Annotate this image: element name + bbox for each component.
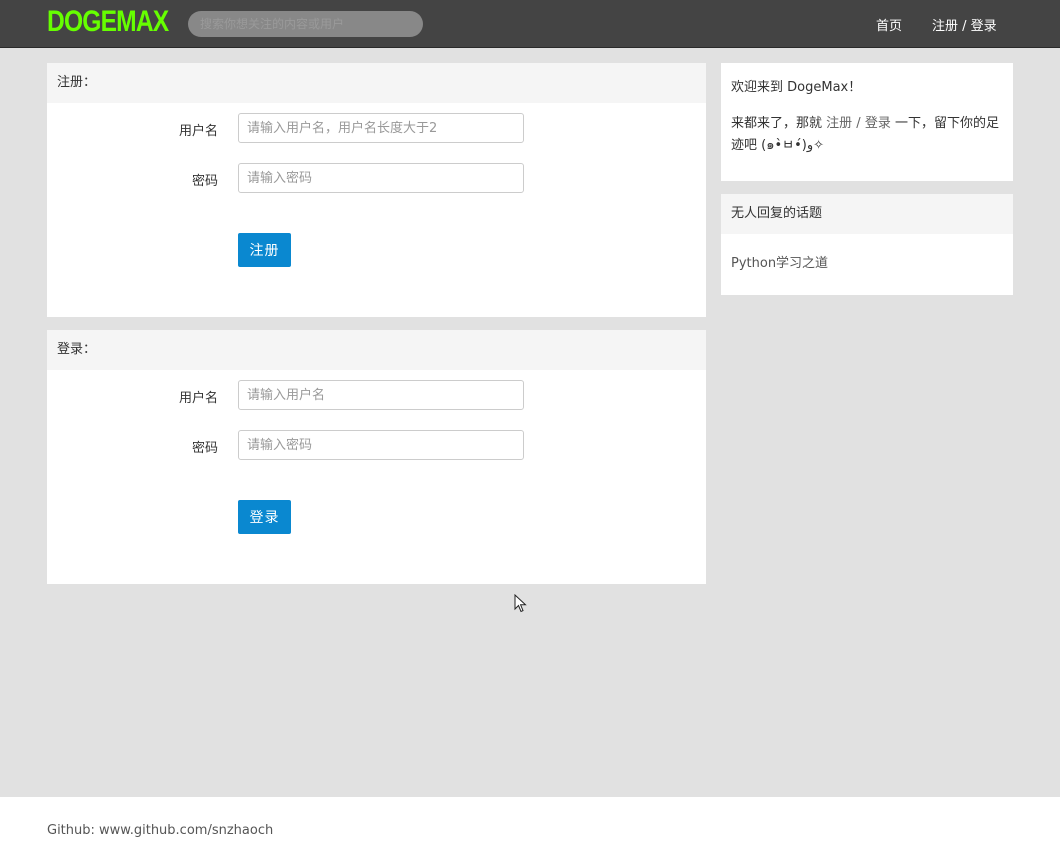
unanswered-topics-title: 无人回复的话题 bbox=[721, 194, 1013, 234]
nav-home-link[interactable]: 首页 bbox=[876, 15, 902, 34]
site-logo[interactable]: DOGEMAX bbox=[47, 4, 169, 40]
welcome-link-separator: / bbox=[852, 116, 865, 131]
register-panel: 注册： 用户名 密码 注册 bbox=[47, 63, 706, 317]
login-panel: 登录： 用户名 密码 登录 bbox=[47, 330, 706, 584]
welcome-greeting: 欢迎来到 DogeMax！ bbox=[731, 80, 862, 95]
login-username-input[interactable] bbox=[238, 380, 524, 410]
welcome-login-link[interactable]: 登录 bbox=[865, 116, 891, 131]
welcome-text-before: 来都来了，那就 bbox=[731, 116, 827, 131]
login-panel-title: 登录： bbox=[47, 330, 706, 370]
search-input[interactable] bbox=[188, 11, 423, 37]
welcome-panel: 欢迎来到 DogeMax！ 来都来了，那就 注册 / 登录 一下，留下你的足迹吧… bbox=[721, 63, 1013, 181]
login-password-label: 密码 bbox=[191, 441, 218, 456]
unanswered-topics-panel: 无人回复的话题 Python学习之道 bbox=[721, 194, 1013, 295]
footer-github-text: Github: www.github.com/snzhaoch bbox=[47, 823, 274, 838]
welcome-message: 来都来了，那就 注册 / 登录 一下，留下你的足迹吧 (๑•̀ㅂ•́)و✧ bbox=[731, 113, 1003, 157]
register-username-input[interactable] bbox=[238, 113, 524, 143]
mouse-cursor-icon bbox=[514, 594, 527, 613]
footer: Github: www.github.com/snzhaoch bbox=[0, 797, 1060, 866]
top-navbar: DOGEMAX 首页 注册 / 登录 bbox=[0, 0, 1060, 48]
register-password-label: 密码 bbox=[191, 174, 218, 189]
register-button[interactable]: 注册 bbox=[238, 233, 291, 267]
login-username-label: 用户名 bbox=[178, 391, 218, 406]
topic-link[interactable]: Python学习之道 bbox=[731, 252, 828, 271]
welcome-register-link[interactable]: 注册 bbox=[826, 116, 852, 131]
login-password-input[interactable] bbox=[238, 430, 524, 460]
register-password-input[interactable] bbox=[238, 163, 524, 193]
register-panel-title: 注册： bbox=[47, 63, 706, 103]
nav-register-login-link[interactable]: 注册 / 登录 bbox=[932, 15, 997, 34]
register-username-label: 用户名 bbox=[178, 124, 218, 139]
login-button[interactable]: 登录 bbox=[238, 500, 291, 534]
